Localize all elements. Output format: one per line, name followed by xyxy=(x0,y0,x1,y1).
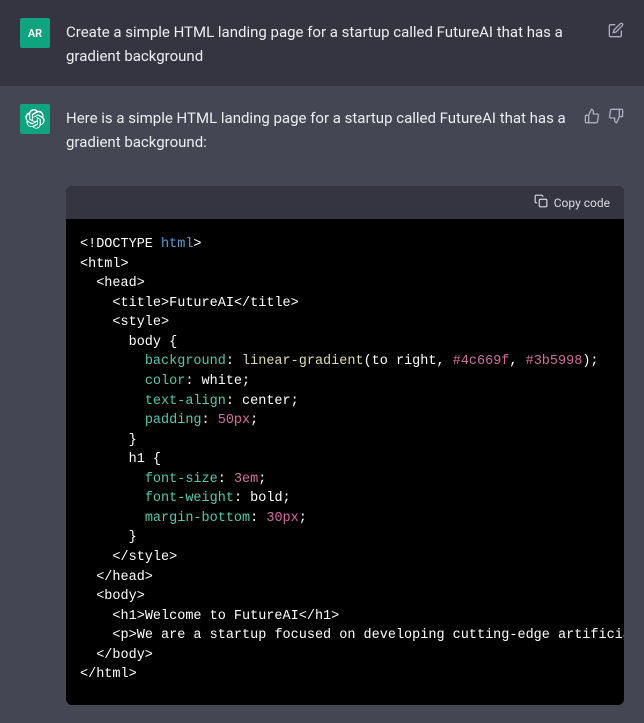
copy-code-label: Copy code xyxy=(554,196,610,210)
thumbs-up-icon[interactable] xyxy=(584,108,600,124)
code-block: Copy code <!DOCTYPE html> <html> <head> … xyxy=(66,186,624,705)
assistant-message-actions xyxy=(584,104,624,124)
user-avatar: AR xyxy=(20,18,50,48)
code-header: Copy code xyxy=(66,186,624,219)
assistant-avatar xyxy=(20,104,50,134)
assistant-message-text: Here is a simple HTML landing page for a… xyxy=(66,104,568,154)
assistant-message-row: Here is a simple HTML landing page for a… xyxy=(0,86,644,723)
user-message-text: Create a simple HTML landing page for a … xyxy=(66,18,592,68)
thumbs-down-icon[interactable] xyxy=(608,108,624,124)
user-message-row: AR Create a simple HTML landing page for… xyxy=(0,0,644,86)
assistant-header: Here is a simple HTML landing page for a… xyxy=(20,104,624,154)
copy-code-button[interactable]: Copy code xyxy=(534,194,610,211)
code-content[interactable]: <!DOCTYPE html> <html> <head> <title>Fut… xyxy=(66,219,624,705)
user-message-actions xyxy=(608,18,624,38)
edit-icon[interactable] xyxy=(608,22,624,38)
clipboard-icon xyxy=(534,194,548,211)
